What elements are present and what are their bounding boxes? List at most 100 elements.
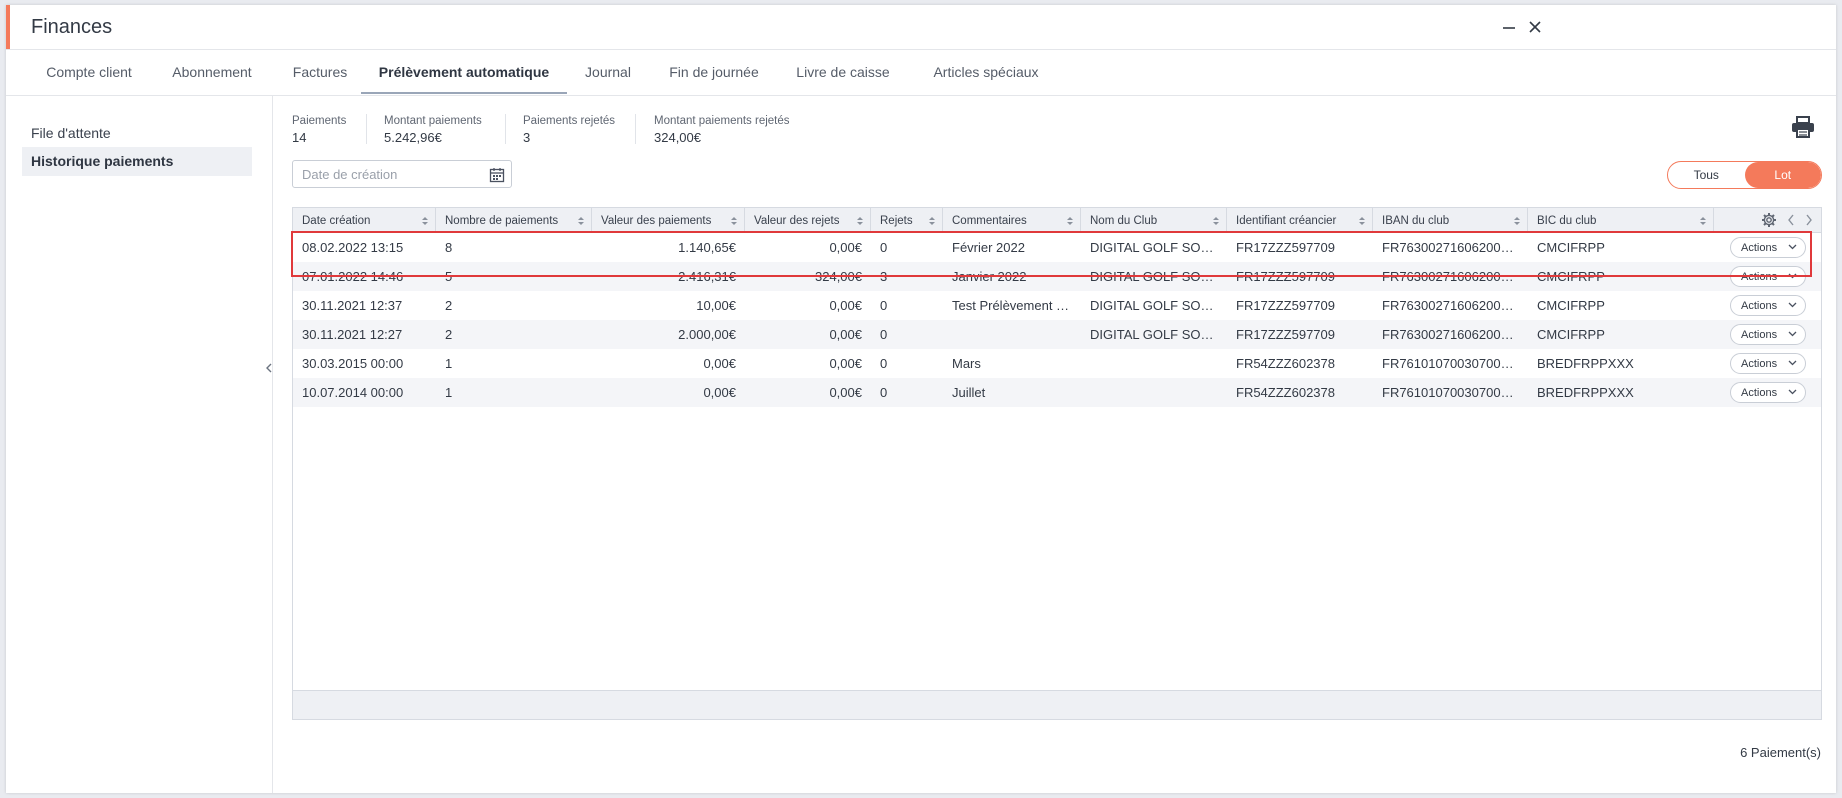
actions-dropdown-button[interactable]: Actions xyxy=(1730,353,1806,374)
column-header-label: Valeur des rejets xyxy=(754,215,840,227)
payments-table: Date création Nombre de paiements Valeur d… xyxy=(292,207,1822,720)
table-cell: FR76300271606200020 xyxy=(1382,269,1523,284)
column-header[interactable]: Commentaires xyxy=(943,208,1081,232)
actions-dropdown-button[interactable]: Actions xyxy=(1730,237,1806,258)
toggle-lot[interactable]: Lot xyxy=(1744,162,1821,188)
table-cell: Janvier 2022 xyxy=(952,269,1027,284)
table-cell: FR76101070030700420 xyxy=(1382,385,1523,400)
table-row[interactable]: 30.03.2015 00:00 1 0,00€ 0,00€ 0 Mars FR54ZZZ6… xyxy=(293,349,1821,378)
sidebar-collapse-handle[interactable] xyxy=(266,360,274,380)
table-row[interactable]: 10.07.2014 00:00 1 0,00€ 0,00€ 0 Juillet FR54Z… xyxy=(293,378,1821,407)
scroll-right-button[interactable] xyxy=(1805,214,1813,226)
table-cell: DIGITAL GOLF SOLUTIONS xyxy=(1090,240,1227,255)
column-header[interactable]: BIC du club xyxy=(1528,208,1714,232)
column-header[interactable]: Valeur des paiements xyxy=(592,208,745,232)
table-cell: 0,00€ xyxy=(829,298,862,313)
table-cell: FR54ZZZ602378 xyxy=(1236,356,1335,371)
sort-icon xyxy=(1067,217,1073,225)
chevron-down-icon xyxy=(1788,360,1797,366)
column-header[interactable]: Rejets xyxy=(871,208,943,232)
chevron-left-icon xyxy=(266,363,272,373)
actions-dropdown-button[interactable]: Actions xyxy=(1730,324,1806,345)
sort-icon xyxy=(857,217,863,225)
stat-label: Montant paiements rejetés xyxy=(654,115,790,127)
column-header[interactable]: Nombre de paiements xyxy=(436,208,592,232)
table-cell: 0,00€ xyxy=(703,385,736,400)
actions-dropdown-button[interactable]: Actions xyxy=(1730,266,1806,287)
table-cell: 0,00€ xyxy=(829,385,862,400)
column-header[interactable]: Nom du Club xyxy=(1081,208,1227,232)
column-header-label: BIC du club xyxy=(1537,215,1597,227)
table-cell: DIGITAL GOLF SOLUTIONS xyxy=(1090,327,1227,342)
column-header-label: Nom du Club xyxy=(1090,215,1158,227)
print-button[interactable] xyxy=(1790,115,1816,141)
table-cell: FR76300271606200020 xyxy=(1382,240,1523,255)
sidebar-item-historique-paiements[interactable]: Historique paiements xyxy=(22,147,252,176)
scroll-left-button[interactable] xyxy=(1787,214,1795,226)
table-cell: 0 xyxy=(880,298,888,313)
sidebar-item-file-attente[interactable]: File d'attente xyxy=(22,119,252,148)
tab-compte-client[interactable]: Compte client xyxy=(26,50,152,94)
tab-articles-speciaux[interactable]: Articles spéciaux xyxy=(916,50,1056,94)
actions-label: Actions xyxy=(1741,357,1778,370)
table-header: Date création Nombre de paiements Valeur d… xyxy=(293,208,1821,233)
table-row[interactable]: 07.01.2022 14:46 5 2.416,31€ 324,00€ 3 Janvie… xyxy=(293,262,1821,291)
table-cell: 0 xyxy=(880,327,888,342)
table-row[interactable]: 30.11.2021 12:37 2 10,00€ 0,00€ 0 Test Prélèv… xyxy=(293,291,1821,320)
table-cell xyxy=(943,320,1081,349)
table-cell: 10,00€ xyxy=(696,298,736,313)
column-header[interactable]: Date création xyxy=(293,208,436,232)
table-cell: 2 xyxy=(445,327,453,342)
table-cell: 10.07.2014 00:00 xyxy=(302,385,404,400)
actions-dropdown-button[interactable]: Actions xyxy=(1730,382,1806,403)
tab-journal[interactable]: Journal xyxy=(573,50,643,94)
table-row[interactable]: 30.11.2021 12:27 2 2.000,00€ 0,00€ 0 DIGITAL … xyxy=(293,320,1821,349)
actions-label: Actions xyxy=(1741,241,1778,254)
table-cell: 08.02.2022 13:15 xyxy=(302,240,404,255)
date-creation-input[interactable] xyxy=(292,160,512,188)
table-cell: DIGITAL GOLF SOLUTIONS xyxy=(1090,269,1227,284)
column-header-label: IBAN du club xyxy=(1382,215,1450,227)
calendar-button[interactable] xyxy=(489,167,505,183)
title-bar: Finances xyxy=(6,5,1836,50)
chevron-left-icon xyxy=(1788,214,1794,226)
column-header[interactable]: IBAN du club xyxy=(1373,208,1528,232)
toggle-tous[interactable]: Tous xyxy=(1668,162,1745,188)
column-header[interactable]: Valeur des rejets xyxy=(745,208,871,232)
title-accent-bar xyxy=(6,5,10,49)
table-footer xyxy=(293,690,1821,719)
close-button[interactable] xyxy=(1523,15,1547,39)
table-cell: 0 xyxy=(880,240,888,255)
actions-dropdown-button[interactable]: Actions xyxy=(1730,295,1806,316)
stat-value: 5.242,96€ xyxy=(384,130,442,145)
chevron-down-icon xyxy=(1788,331,1797,337)
finances-window: Finances Compte client Abonnement Factur… xyxy=(6,5,1836,793)
column-header-label: Rejets xyxy=(880,215,913,227)
table-cell: DIGITAL GOLF SOLUTIONS xyxy=(1090,298,1227,313)
chevron-down-icon xyxy=(1788,244,1797,250)
stat-divider xyxy=(366,114,367,144)
table-cell: FR76101070030700420 xyxy=(1382,356,1523,371)
sort-icon xyxy=(731,217,737,225)
minimize-button[interactable] xyxy=(1497,15,1521,39)
actions-label: Actions xyxy=(1741,299,1778,312)
close-icon xyxy=(1529,21,1541,33)
tab-livre-de-caisse[interactable]: Livre de caisse xyxy=(784,50,902,94)
table-cell: FR17ZZZ597709 xyxy=(1236,269,1335,284)
table-cell: FR17ZZZ597709 xyxy=(1236,327,1335,342)
column-header-label: Nombre de paiements xyxy=(445,215,559,227)
table-cell: 5 xyxy=(445,269,453,284)
tab-factures[interactable]: Factures xyxy=(274,50,366,94)
column-header[interactable]: Identifiant créancier xyxy=(1227,208,1373,232)
column-settings-button[interactable] xyxy=(1761,212,1777,228)
stat-paiements: Paiements 14 xyxy=(292,115,346,145)
tab-fin-de-journee[interactable]: Fin de journée xyxy=(658,50,770,94)
table-cell: 30.11.2021 12:37 xyxy=(302,298,403,313)
tab-prelevement-automatique[interactable]: Prélèvement automatique xyxy=(361,50,567,94)
column-header-label: Commentaires xyxy=(952,215,1027,227)
table-row[interactable]: 08.02.2022 13:15 8 1.140,65€ 0,00€ 0 Février … xyxy=(293,233,1821,262)
chevron-down-icon xyxy=(1788,273,1797,279)
stat-value: 324,00€ xyxy=(654,130,701,145)
sort-icon xyxy=(578,217,584,225)
tab-abonnement[interactable]: Abonnement xyxy=(155,50,269,94)
